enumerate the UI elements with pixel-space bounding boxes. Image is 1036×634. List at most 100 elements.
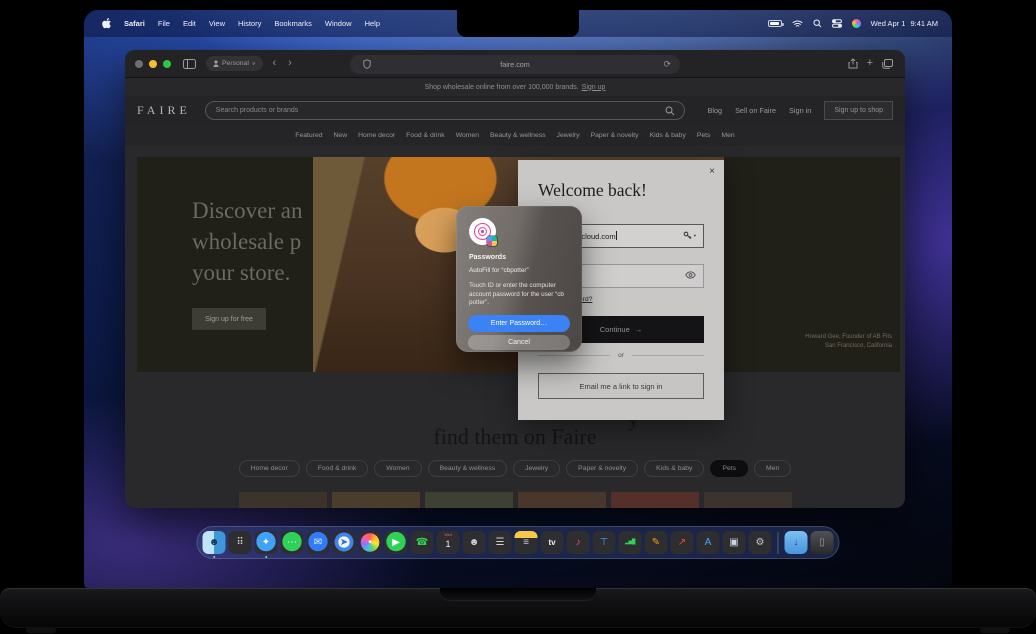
url-text: faire.com <box>500 60 530 69</box>
nav-link[interactable]: Pets <box>697 132 711 139</box>
forward-button[interactable]: › <box>288 58 292 69</box>
apple-menu-icon[interactable] <box>102 18 111 29</box>
nav-link[interactable]: New <box>334 132 348 139</box>
category-pill[interactable]: Beauty & wellness <box>428 460 508 477</box>
dock-icon-phone[interactable]: ☎ <box>411 531 434 554</box>
dock-icon-finder[interactable]: ☻ <box>203 531 226 554</box>
nav-link[interactable]: Jewelry <box>557 132 580 139</box>
dock-icon-maps[interactable]: ➤ <box>333 531 356 554</box>
dock-icon-photos[interactable]: • <box>359 531 382 554</box>
signup-to-shop-button[interactable]: Sign up to shop <box>824 101 893 120</box>
menu-item[interactable]: Edit <box>183 19 196 28</box>
product-image-strip <box>125 492 905 508</box>
siri-icon[interactable] <box>852 19 861 28</box>
menu-bar-clock[interactable]: Wed Apr 19:41 AM <box>871 19 938 28</box>
back-button[interactable]: ‹ <box>273 58 277 69</box>
signup-free-button[interactable]: Sign up for free <box>192 308 266 330</box>
menu-item[interactable]: Help <box>365 19 380 28</box>
search-icon[interactable] <box>813 19 822 28</box>
tab-overview-icon[interactable] <box>882 59 893 69</box>
dock-icon-preview[interactable]: ▣ <box>723 531 746 554</box>
arrow-right-icon: → <box>635 325 643 334</box>
category-pill[interactable]: Jewelry <box>513 460 560 477</box>
nav-link[interactable]: Beauty & wellness <box>490 132 546 139</box>
menu-bar-items: File Edit View History Bookmarks Window Help <box>158 19 380 28</box>
dock-icon-facetime[interactable]: ▶ <box>385 531 408 554</box>
nav-link[interactable]: Food & drink <box>406 132 445 139</box>
dock-icon-launchpad[interactable]: ⠿ <box>229 531 252 554</box>
faire-logo[interactable]: FAIRE <box>137 103 191 118</box>
share-icon[interactable] <box>848 58 858 69</box>
modal-title: Welcome back! <box>538 180 647 201</box>
dock-icon-downloads-folder[interactable]: ↓ <box>785 531 808 554</box>
control-center-icon[interactable] <box>832 19 842 28</box>
close-window-button[interactable] <box>135 60 143 68</box>
reload-icon[interactable]: ⟳ <box>663 59 671 70</box>
category-pill[interactable]: Kids & baby <box>644 460 704 477</box>
nav-link[interactable]: Paper & novelty <box>591 132 639 139</box>
dock-icon-safari[interactable]: ✦ <box>255 531 278 554</box>
dock-icon-pages[interactable]: ✎ <box>645 531 668 554</box>
section-heading: find them on Faire <box>125 424 905 450</box>
category-pill[interactable]: Home decor <box>239 460 300 477</box>
category-pill[interactable]: Women <box>374 460 421 477</box>
nav-link[interactable]: Kids & baby <box>650 132 686 139</box>
dock-icon-reminders[interactable]: ☰ <box>489 531 512 554</box>
wifi-icon[interactable] <box>792 20 803 28</box>
product-search-input[interactable]: Search products or brands <box>205 101 685 120</box>
nav-link[interactable]: Featured <box>295 132 322 139</box>
menu-item[interactable]: History <box>238 19 261 28</box>
show-password-eye-icon[interactable] <box>685 271 696 279</box>
header-link[interactable]: Sell on Faire <box>735 106 776 115</box>
dock-icon-contacts[interactable]: ☻ <box>463 531 486 554</box>
category-pill[interactable]: Men <box>754 460 791 477</box>
menu-item[interactable]: Window <box>325 19 352 28</box>
close-icon[interactable]: × <box>709 166 715 177</box>
dock-icon-trash[interactable]: ▯ <box>811 531 834 554</box>
dock-icon-system-settings[interactable]: ⚙ <box>749 531 772 554</box>
email-link-signin-button[interactable]: Email me a link to sign in <box>538 373 704 399</box>
nav-link[interactable]: Home decor <box>358 132 395 139</box>
search-magnifier-icon[interactable] <box>665 106 675 116</box>
address-bar[interactable]: faire.com ⟳ <box>350 55 680 74</box>
product-tile <box>425 492 513 508</box>
cancel-button[interactable]: Cancel <box>468 335 570 350</box>
dock-icon-mail[interactable]: ✉ <box>307 531 330 554</box>
sidebar-toggle-icon[interactable] <box>183 59 196 69</box>
privacy-shield-icon[interactable] <box>363 59 371 69</box>
category-pill[interactable]: Food & drink <box>306 460 369 477</box>
dock-icon-tv[interactable]: tv <box>541 531 564 554</box>
menu-item[interactable]: View <box>209 19 225 28</box>
password-autofill-key-icon[interactable]: ▾ <box>683 231 696 240</box>
dock-icon-messages[interactable]: ⋯ <box>281 531 304 554</box>
category-pill[interactable]: Pets <box>710 460 748 477</box>
banner-signup-link[interactable]: Sign up <box>582 84 606 91</box>
nav-link[interactable]: Women <box>456 132 479 139</box>
nav-link[interactable]: Men <box>721 132 734 139</box>
dock-icon-keynote[interactable]: ⊤ <box>593 531 616 554</box>
hero-headline: Discover an wholesale p your store. <box>192 195 303 288</box>
profile-switcher[interactable]: Personal ∨ <box>206 56 263 71</box>
new-tab-icon[interactable]: + <box>867 58 873 69</box>
safari-window: Personal ∨ ‹ › faire.com ⟳ <box>125 50 905 508</box>
zoom-window-button[interactable] <box>163 60 171 68</box>
minimize-window-button[interactable] <box>149 60 157 68</box>
dock-icon-notes[interactable]: ≡ <box>515 531 538 554</box>
rubber-foot <box>980 627 1010 633</box>
hero-photo-caption: Howard Gee, Founder of AB Fits San Franc… <box>805 333 892 351</box>
dock-icon-music[interactable]: ♪ <box>567 531 590 554</box>
menu-item[interactable]: Bookmarks <box>274 19 312 28</box>
category-pill[interactable]: Paper & novelty <box>566 460 638 477</box>
window-controls[interactable] <box>135 60 171 68</box>
product-tile <box>239 492 327 508</box>
header-link[interactable]: Sign in <box>789 106 811 115</box>
menu-item[interactable]: File <box>158 19 170 28</box>
dock-icon-numbers[interactable]: ▂▅█ <box>619 531 642 554</box>
dock-icon-calendar[interactable]: 1Wed <box>437 531 460 554</box>
enter-password-button[interactable]: Enter Password… <box>468 315 570 332</box>
dock-icon-rocket-app[interactable]: ↗ <box>671 531 694 554</box>
menu-item-app[interactable]: Safari <box>124 19 145 28</box>
header-link[interactable]: Blog <box>707 106 722 115</box>
macbook-base <box>0 588 1036 628</box>
dock-icon-app-store[interactable]: A <box>697 531 720 554</box>
